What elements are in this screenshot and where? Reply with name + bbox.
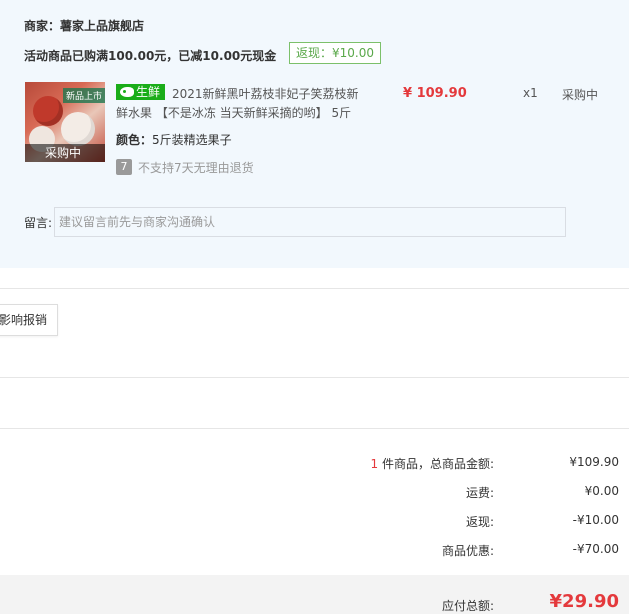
merchant-name: 商家：薯家上品旗舰店 (24, 19, 145, 33)
reimbursement-button[interactable]: 影响报销 (0, 304, 58, 336)
discount-label: 商品优惠: (441, 544, 494, 558)
total-amount: ¥29.90 (549, 591, 619, 612)
section-divider (0, 428, 629, 429)
discount-amount: -¥70.00 (572, 542, 619, 556)
section-divider (0, 377, 629, 378)
total-label: 应付总额: (441, 599, 494, 613)
goods-total-text: 件商品，总商品金额: (381, 457, 494, 471)
cashback-badge: 返现：¥10.00 (289, 42, 381, 64)
fresh-food-tag: 生鲜 (116, 84, 166, 100)
shipping-amount: ¥0.00 (584, 484, 619, 498)
goods-total-label: 1 件商品，总商品金额: (370, 455, 494, 472)
cashback-label: 返现: (465, 515, 494, 529)
variant-label: 颜色： (116, 133, 153, 147)
cashback-amount: -¥10.00 (572, 513, 619, 527)
no-return-icon: 7 (116, 159, 132, 175)
note-label: 留言: (24, 216, 53, 230)
product-thumbnail[interactable]: 新品上市 采购中 (25, 82, 105, 162)
total-bar (0, 575, 629, 614)
product-variant: 颜色：5斤装精选果子 (116, 131, 232, 148)
product-title-line1[interactable]: 2021新鲜黑叶荔枝非妃子笑荔枝新 (172, 85, 359, 102)
goods-count: 1 (370, 457, 379, 471)
promotion-text: 活动商品已购满100.00元，已减10.00元现金 (24, 49, 277, 63)
shipping-label: 运费: (465, 486, 494, 500)
thumbnail-status-label: 采购中 (45, 146, 82, 160)
goods-total-amount: ¥109.90 (569, 455, 619, 469)
lychee-image-shape (33, 96, 63, 126)
product-title-line2[interactable]: 鲜水果 【不是冰冻 当天新鲜采摘的哟】 5斤 (116, 104, 351, 121)
note-input[interactable] (54, 207, 566, 237)
section-divider (0, 288, 629, 289)
fish-icon (120, 87, 134, 97)
item-status: 采购中 (562, 88, 599, 102)
item-quantity: x1 (523, 86, 538, 100)
variant-value: 5斤装精选果子 (152, 133, 232, 147)
fresh-tag-label: 生鲜 (136, 85, 161, 99)
item-price: ¥ 109.90 (403, 86, 467, 101)
lychee-image-shape (61, 112, 95, 146)
no-return-policy-text: 不支持7天无理由退货 (138, 161, 254, 175)
thumbnail-status-strip: 采购中 (25, 144, 105, 162)
thumbnail-banner: 新品上市 (63, 88, 105, 103)
